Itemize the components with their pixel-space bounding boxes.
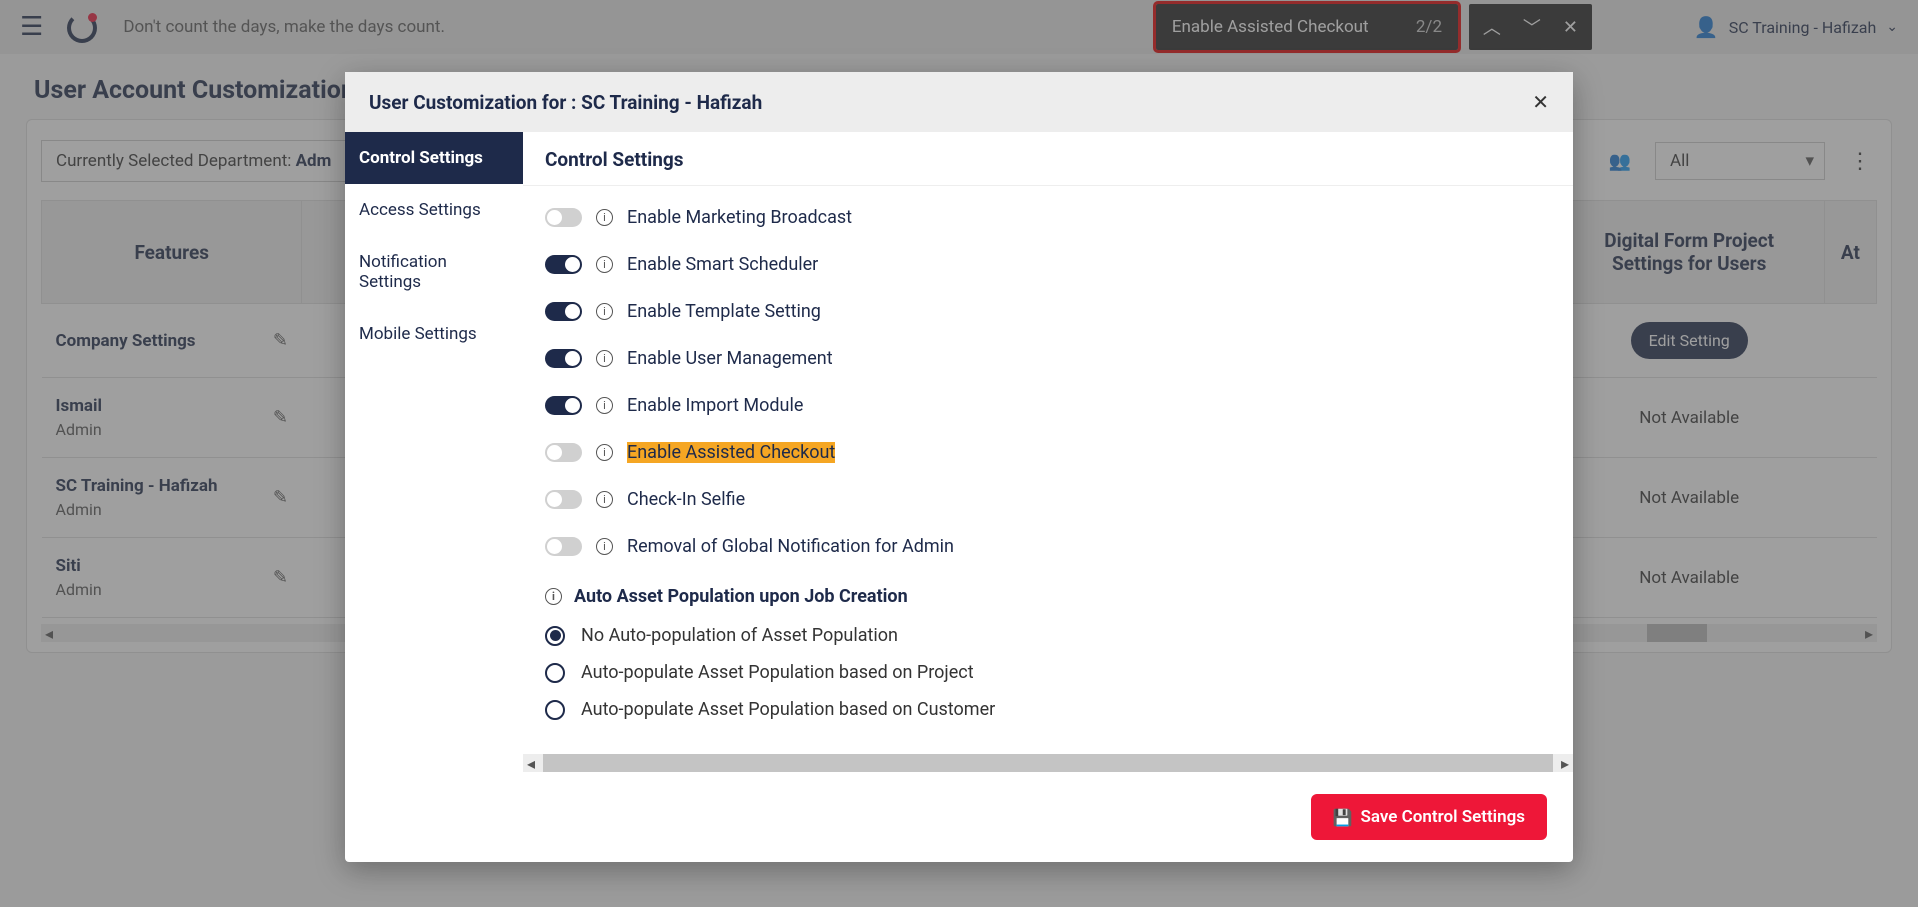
info-icon[interactable]: i: [596, 303, 613, 320]
toggle[interactable]: [545, 255, 582, 274]
toggle[interactable]: [545, 396, 582, 415]
tab-notification-settings[interactable]: Notification Settings: [345, 236, 523, 308]
setting-label: Removal of Global Notification for Admin: [627, 536, 954, 557]
setting-row: i Enable Smart Scheduler: [545, 241, 1551, 288]
setting-label: Check-In Selfie: [627, 489, 745, 510]
toggle[interactable]: [545, 537, 582, 556]
toggle[interactable]: [545, 208, 582, 227]
radio[interactable]: [545, 700, 565, 720]
setting-label: Enable Smart Scheduler: [627, 254, 818, 275]
setting-row: i Enable Marketing Broadcast: [545, 194, 1551, 241]
radio-label: Auto-populate Asset Population based on …: [581, 662, 974, 683]
modal-side-tabs: Control Settings Access Settings Notific…: [345, 132, 523, 772]
radio[interactable]: [545, 626, 565, 646]
radio-section-heading: iAuto Asset Population upon Job Creation: [545, 570, 1551, 617]
user-customization-modal: User Customization for : SC Training - H…: [345, 72, 1573, 862]
tab-access-settings[interactable]: Access Settings: [345, 184, 523, 236]
info-icon[interactable]: i: [596, 256, 613, 273]
setting-row: i Enable User Management: [545, 335, 1551, 382]
setting-label: Enable Marketing Broadcast: [627, 207, 852, 228]
radio-row: Auto-populate Asset Population based on …: [545, 691, 1551, 728]
info-icon[interactable]: i: [596, 397, 613, 414]
toggle[interactable]: [545, 349, 582, 368]
setting-row: i Check-In Selfie: [545, 476, 1551, 523]
pane-title: Control Settings: [523, 132, 1573, 186]
tab-mobile-settings[interactable]: Mobile Settings: [345, 308, 523, 360]
info-icon[interactable]: i: [596, 491, 613, 508]
info-icon[interactable]: i: [596, 444, 613, 461]
modal-title: User Customization for : SC Training - H…: [369, 91, 762, 114]
save-control-settings-button[interactable]: 💾 Save Control Settings: [1311, 794, 1547, 840]
setting-label: Enable User Management: [627, 348, 833, 369]
setting-label: Enable Import Module: [627, 395, 803, 416]
radio[interactable]: [545, 663, 565, 683]
info-icon[interactable]: i: [596, 209, 613, 226]
setting-label: Enable Assisted Checkout: [627, 442, 835, 463]
info-icon[interactable]: i: [596, 350, 613, 367]
modal-overlay: User Customization for : SC Training - H…: [0, 0, 1918, 907]
setting-row: i Enable Template Setting: [545, 288, 1551, 335]
info-icon[interactable]: i: [596, 538, 613, 555]
toggle[interactable]: [545, 490, 582, 509]
settings-scroll[interactable]: i Enable Marketing Broadcast i Enable Smart…: [523, 186, 1573, 754]
radio-label: No Auto-population of Asset Population: [581, 625, 898, 646]
radio-row: Auto-populate Asset Population based on …: [545, 654, 1551, 691]
setting-row: i Removal of Global Notification for Admi…: [545, 523, 1551, 570]
modal-hscroll[interactable]: [523, 754, 1573, 772]
toggle[interactable]: [545, 302, 582, 321]
setting-row: i Enable Import Module: [545, 382, 1551, 429]
radio-row: No Auto-population of Asset Population: [545, 617, 1551, 654]
save-icon: 💾: [1333, 808, 1353, 827]
setting-row: i Enable Assisted Checkout: [545, 429, 1551, 476]
radio-label: Auto-populate Asset Population based on …: [581, 699, 995, 720]
close-icon[interactable]: ✕: [1532, 90, 1549, 114]
tab-control-settings[interactable]: Control Settings: [345, 132, 523, 184]
setting-label: Enable Template Setting: [627, 301, 821, 322]
toggle[interactable]: [545, 443, 582, 462]
info-icon[interactable]: i: [545, 588, 562, 605]
